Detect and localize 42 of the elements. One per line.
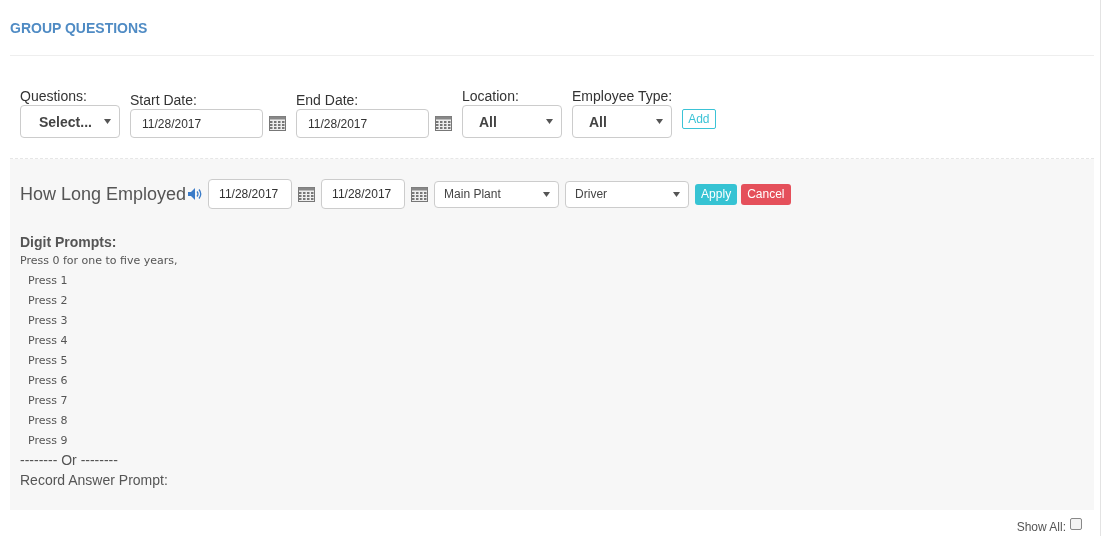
caret-icon [673, 191, 681, 197]
date-field[interactable]: 11/28/2017 [208, 179, 293, 209]
prompt-text: Press 3 [27, 313, 68, 329]
calendar-icon[interactable] [435, 116, 452, 131]
cancel-button[interactable]: Cancel [741, 183, 791, 205]
prompt-text: Press 7 [27, 393, 68, 409]
caret-icon [543, 191, 551, 197]
dropdown[interactable]: Main Plant [434, 180, 560, 208]
record-label: Record Answer Prompt: [20, 471, 168, 489]
prompt-text: Press 5 [27, 353, 68, 369]
date-field[interactable]: 11/28/2017 [321, 179, 406, 209]
show-all-label: Show All: [1016, 519, 1066, 536]
caret-icon [656, 119, 663, 124]
field-label: Location: [462, 88, 519, 104]
question-name: How Long Employed [20, 183, 187, 205]
date-field[interactable]: 11/28/2017 [296, 109, 429, 138]
dropdown[interactable]: All [572, 105, 672, 138]
prompt-text: Press 8 [27, 413, 68, 429]
date-field[interactable]: 11/28/2017 [130, 109, 263, 138]
speaker-icon[interactable] [188, 188, 203, 200]
prompt-text: Press 2 [27, 293, 68, 309]
show-all-checkbox[interactable] [1070, 518, 1082, 530]
dropdown[interactable]: Driver [565, 180, 690, 208]
field-label: End Date: [296, 92, 359, 108]
separator-text: -------- Or -------- [20, 451, 118, 469]
prompt-text: Press 9 [27, 433, 68, 449]
calendar-icon[interactable] [298, 186, 316, 202]
prompt-text: Press 4 [27, 333, 68, 349]
calendar-icon[interactable] [411, 186, 429, 202]
caret-icon [104, 119, 111, 124]
page-title: GROUP QUESTIONS [10, 19, 148, 37]
field-label: Questions: [20, 88, 87, 104]
calendar-icon[interactable] [269, 116, 286, 131]
prompt-text: Press 6 [27, 373, 68, 389]
prompts-heading: Digit Prompts: [20, 234, 117, 250]
prompt-text: Press 0 for one to five years, [20, 253, 178, 269]
field-label: Start Date: [130, 92, 197, 108]
caret-icon [546, 119, 553, 124]
dropdown[interactable]: Select... [20, 105, 120, 138]
dropdown[interactable]: All [462, 105, 562, 138]
prompt-text: Press 1 [27, 273, 68, 289]
field-label: Employee Type: [572, 88, 673, 104]
